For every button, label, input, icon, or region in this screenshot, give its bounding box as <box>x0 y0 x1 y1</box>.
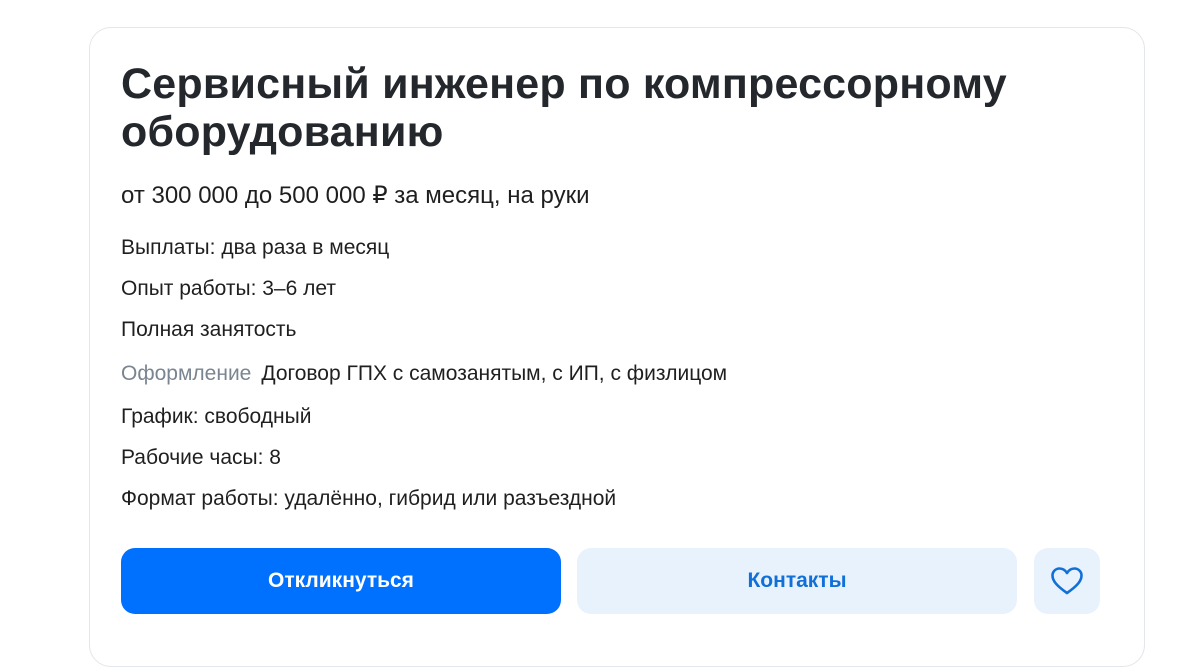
heart-icon <box>1050 566 1084 596</box>
hours-info: Рабочие часы: 8 <box>121 446 281 469</box>
experience-info: Опыт работы: 3–6 лет <box>121 277 336 300</box>
work-format-info: Формат работы: удалённо, гибрид или разъ… <box>121 487 617 510</box>
contract-info: Оформление Договор ГПХ с самозанятым, с И… <box>121 361 727 387</box>
contract-label: Оформление <box>121 362 252 385</box>
favorite-button[interactable] <box>1034 548 1100 614</box>
respond-button[interactable]: Откликнуться <box>121 548 561 614</box>
schedule-info: График: свободный <box>121 405 312 428</box>
vacancy-title: Сервисный инженер по компрессорному обор… <box>121 60 1007 156</box>
employment-info: Полная занятость <box>121 318 297 341</box>
contacts-button[interactable]: Контакты <box>577 548 1017 614</box>
salary: от 300 000 до 500 000 ₽ за месяц, на рук… <box>121 182 590 209</box>
payouts-info: Выплаты: два раза в месяц <box>121 236 390 259</box>
contract-value: Договор ГПХ с самозанятым, с ИП, с физли… <box>261 362 728 385</box>
